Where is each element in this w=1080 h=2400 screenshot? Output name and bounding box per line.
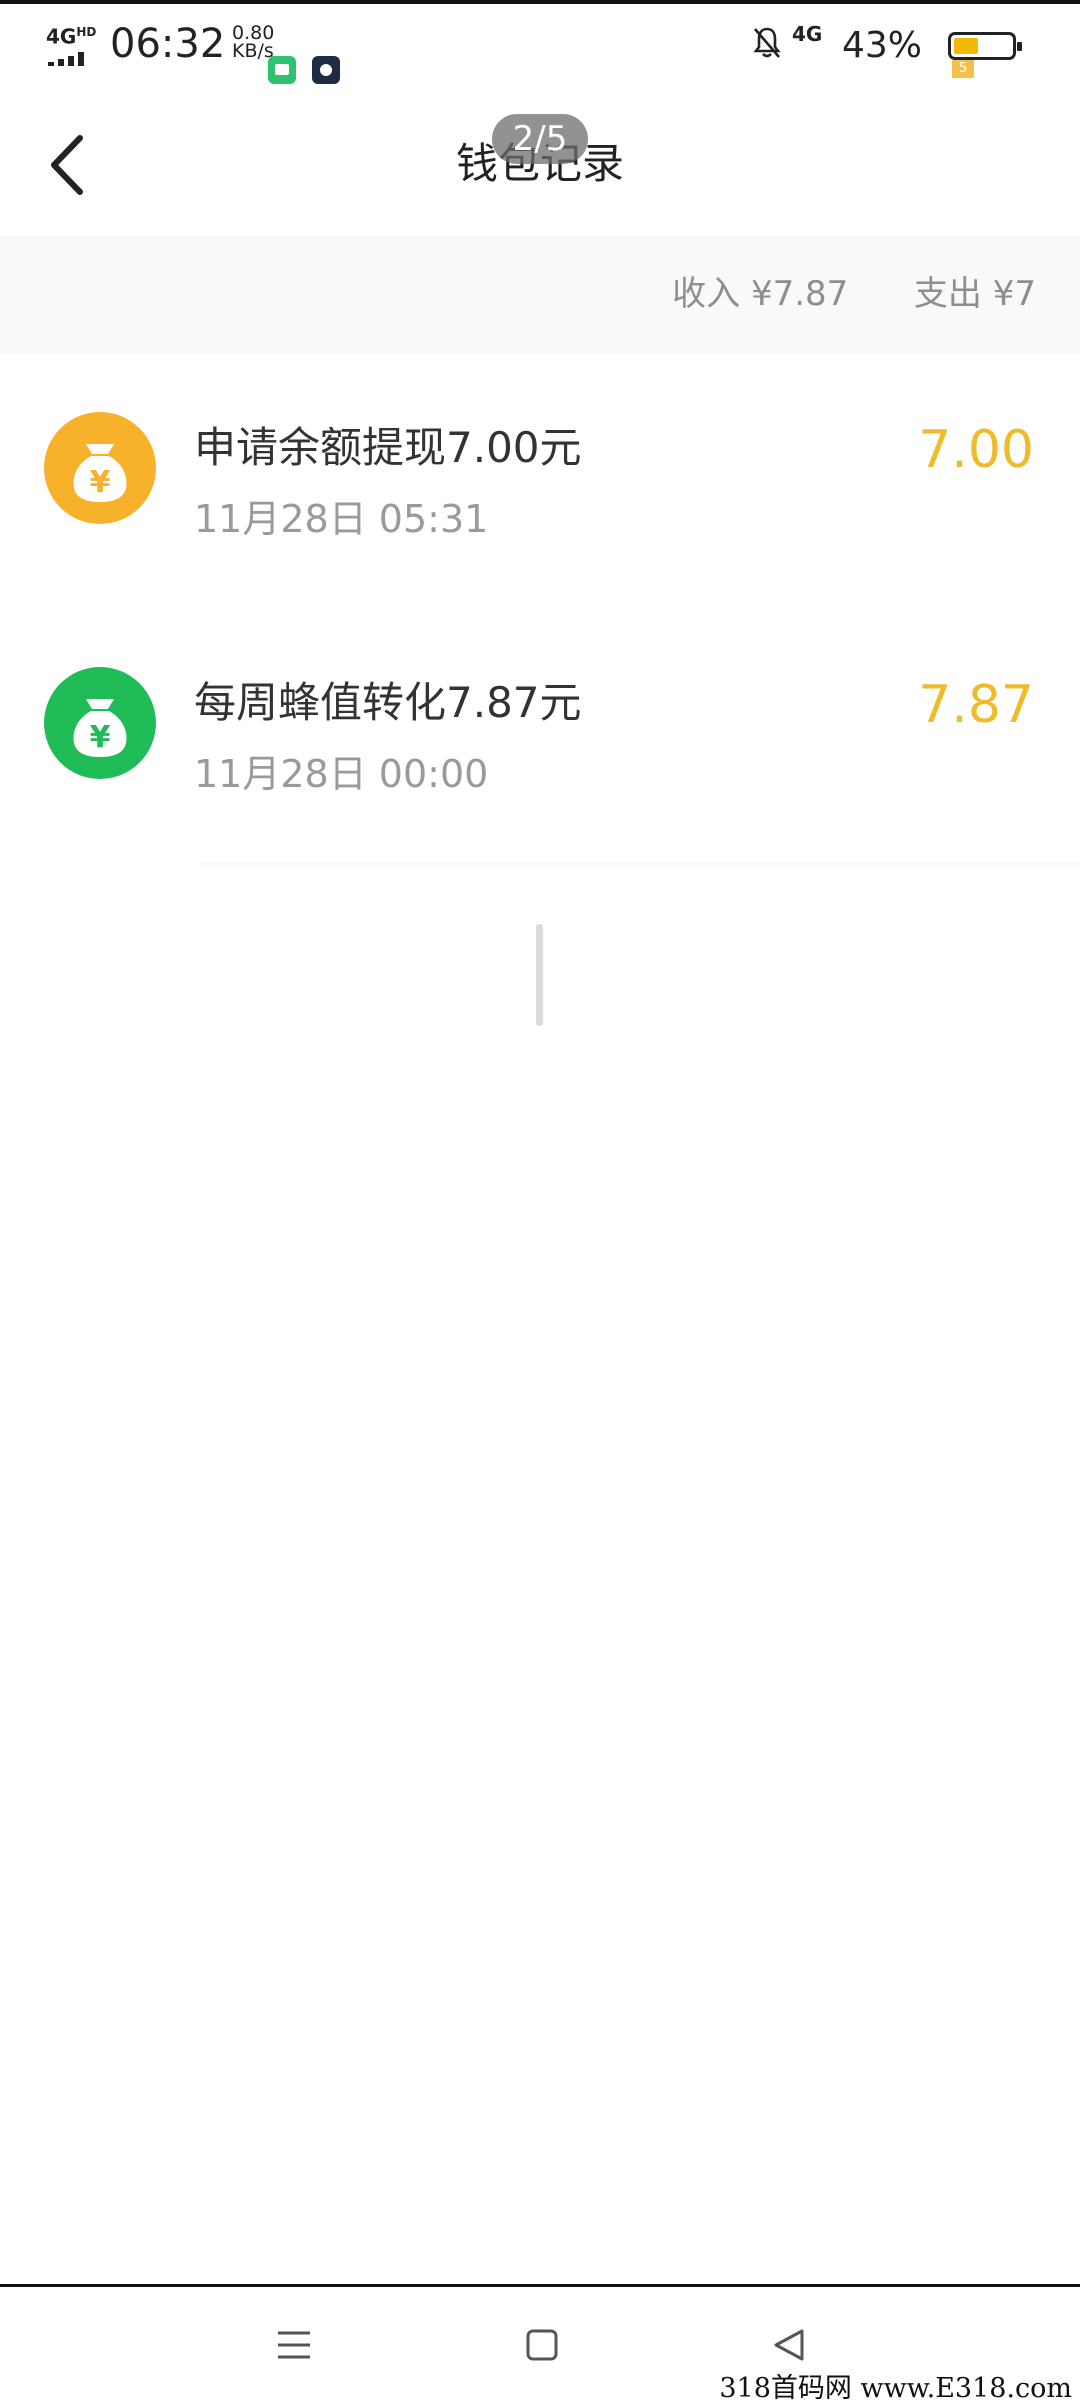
chat-app-icon <box>268 56 296 84</box>
app-notification-icon <box>312 56 340 84</box>
menu-icon <box>278 2331 310 2359</box>
record-title: 每周蜂值转化7.87元 <box>194 678 582 727</box>
money-bag-icon: ¥ <box>44 667 156 779</box>
network-type: 4G <box>792 22 823 46</box>
menu-button[interactable] <box>264 2315 324 2375</box>
watermark-text: 318首码网 www.E318.com <box>719 2373 1072 2400</box>
status-right: 4G 43% 5 <box>752 20 1032 78</box>
record-date: 11月28日 05:31 <box>194 497 489 541</box>
record-row[interactable]: ¥ 每周蜂值转化7.87元 11月28日 00:00 7.87 <box>0 609 1080 864</box>
battery-level-fill <box>954 38 978 54</box>
battery-icon <box>948 32 1022 60</box>
summary-bar: 收入 ¥7.87 支出 ¥7 <box>0 236 1080 354</box>
network-speed: 0.80 KB/s <box>232 24 292 61</box>
list-divider <box>200 862 1080 865</box>
svg-text:¥: ¥ <box>90 720 111 755</box>
network-sup: HD <box>76 25 97 39</box>
expense-value: ¥7 <box>992 274 1036 314</box>
money-bag-icon: ¥ <box>44 412 156 524</box>
status-bar: 4GHD 06:32 0.80 KB/s 4G 43% 5 <box>0 0 1080 90</box>
battery-badge: 5 <box>952 60 974 78</box>
header: 钱包记录 2/5 <box>0 100 1080 236</box>
clock: 06:32 <box>110 21 226 67</box>
battery-percent: 43% <box>842 25 923 66</box>
record-row[interactable]: ¥ 申请余额提现7.00元 11月28日 05:31 7.00 <box>0 354 1080 609</box>
wallet-records-screen: 4GHD 06:32 0.80 KB/s 4G 43% 5 2/5 收入 ¥7.… <box>0 0 1080 2400</box>
record-amount: 7.00 <box>918 420 1034 480</box>
record-date: 11月28日 00:00 <box>194 752 489 796</box>
record-title: 申请余额提现7.00元 <box>194 423 582 472</box>
home-button[interactable] <box>512 2315 572 2375</box>
income-label: 收入 <box>672 274 741 314</box>
mute-bell-icon <box>753 27 781 58</box>
image-page-indicator: 2/5 <box>492 114 588 164</box>
square-home-icon <box>526 2329 558 2361</box>
signal-icon: 4GHD <box>46 22 97 66</box>
expense-label: 支出 <box>913 274 982 314</box>
network-label: 4G <box>46 24 77 49</box>
record-amount: 7.87 <box>918 675 1034 735</box>
svg-text:¥: ¥ <box>90 465 111 500</box>
summary-text: 收入 ¥7.87 支出 ¥7 <box>672 272 1036 316</box>
scroll-indicator[interactable] <box>536 924 543 1026</box>
income-value: ¥7.87 <box>750 274 849 314</box>
